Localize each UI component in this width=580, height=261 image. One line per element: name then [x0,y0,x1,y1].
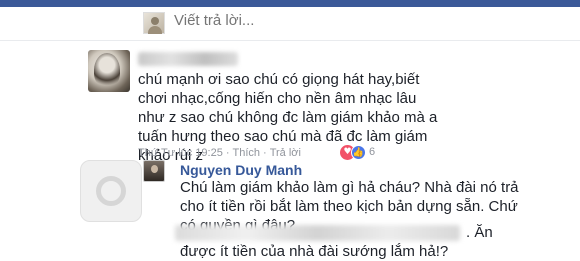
comment1-like-link[interactable]: Thích [233,147,261,159]
comment1-reply-link[interactable]: Trả lời [270,147,301,159]
comment1-meta: Thứ Tư lúc 19:25 · Thích · Trả lời [138,147,301,159]
comment2-last-line: được ít tiền của nhà đài sướng lắm hả!? [180,243,449,260]
placeholder-avatar [80,160,142,222]
reply-avatar [143,12,165,34]
reply-input[interactable] [174,12,474,29]
comment1-timestamp[interactable]: Thứ Tư lúc 19:25 [138,147,223,159]
comment2-author[interactable]: Nguyen Duy Manh [180,162,302,178]
comment2-avatar[interactable] [143,160,165,182]
comment2-blurred-text [175,225,460,241]
comment1-avatar[interactable] [88,50,130,92]
divider [0,40,580,41]
comment2-tail-text: . Ăn [466,224,493,241]
like-icon: 👍 [351,145,366,160]
reply-composer[interactable] [128,8,580,38]
reaction-count: 6 [369,146,376,158]
comment1-author-blurred [138,52,238,66]
top-header-strip [0,0,580,7]
